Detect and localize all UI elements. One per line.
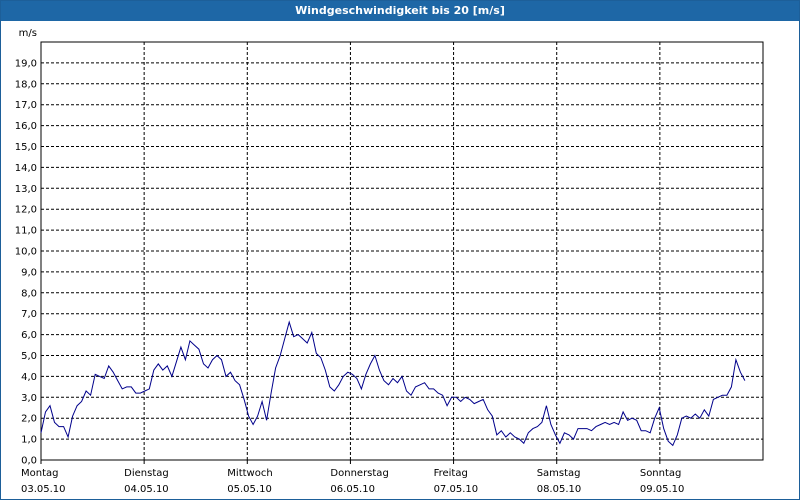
wind-speed-line	[40, 320, 746, 447]
x-tick-date-label: 03.05.10	[21, 484, 66, 495]
y-tick-label: 14,0	[15, 163, 37, 174]
x-tick-day-label: Sonntag	[640, 468, 682, 479]
y-tick-label: 4,0	[21, 372, 37, 383]
x-tick-date-label: 09.05.10	[640, 484, 685, 495]
chart-window: Windgeschwindigkeit bis 20 [m/s] 0,0 1,0 2…	[0, 0, 800, 500]
chart-title: Windgeschwindigkeit bis 20 [m/s]	[1, 1, 799, 21]
y-tick-label: 3,0	[21, 393, 37, 404]
y-tick-label: 15,0	[15, 142, 37, 153]
y-tick-label: 6,0	[21, 330, 37, 341]
y-tick-label: 5,0	[21, 351, 37, 362]
x-tick-date-label: 08.05.10	[537, 484, 582, 495]
y-tick-label: 7,0	[21, 309, 37, 320]
y-tick-label: 16,0	[15, 121, 37, 132]
y-tick-label: 2,0	[21, 414, 37, 425]
wind-speed-chart: 0,0 1,0 2,0 3,0 4,0 5,0 6,0 7,0 8,0 9,0 10,0 11,0 12…	[15, 28, 764, 495]
y-axis: 0,0 1,0 2,0 3,0 4,0 5,0 6,0 7,0 8,0 9,0 10,0 11,0 12…	[15, 58, 37, 466]
x-tick-date-label: 04.05.10	[124, 484, 169, 495]
y-axis-unit-label: m/s	[19, 28, 37, 39]
y-tick-label: 18,0	[15, 79, 37, 90]
y-tick-label: 13,0	[15, 184, 37, 195]
series-layer	[40, 320, 746, 447]
x-tick-date-label: 07.05.10	[434, 484, 479, 495]
x-tick-day-label: Donnerstag	[330, 468, 388, 479]
y-tick-label: 10,0	[15, 247, 37, 258]
x-axis: Montag 03.05.10 Dienstag 04.05.10 Mittwoch 05…	[21, 460, 684, 495]
grid-layer	[40, 41, 764, 461]
y-tick-label: 8,0	[21, 288, 37, 299]
y-tick-label: 1,0	[21, 435, 37, 446]
x-tick-date-label: 06.05.10	[330, 484, 375, 495]
x-tick-day-label: Dienstag	[124, 468, 169, 479]
y-tick-label: 12,0	[15, 205, 37, 216]
x-tick-day-label: Freitag	[434, 468, 468, 479]
x-tick-day-label: Mittwoch	[227, 468, 272, 479]
y-tick-label: 11,0	[15, 226, 37, 237]
x-tick-day-label: Samstag	[537, 468, 581, 479]
y-tick-label: 9,0	[21, 267, 37, 278]
x-tick-date-label: 05.05.10	[227, 484, 272, 495]
y-tick-label: 17,0	[15, 100, 37, 111]
y-tick-label: 19,0	[15, 58, 37, 69]
x-tick-day-label: Montag	[21, 468, 58, 479]
y-tick-label: 0,0	[21, 456, 37, 467]
